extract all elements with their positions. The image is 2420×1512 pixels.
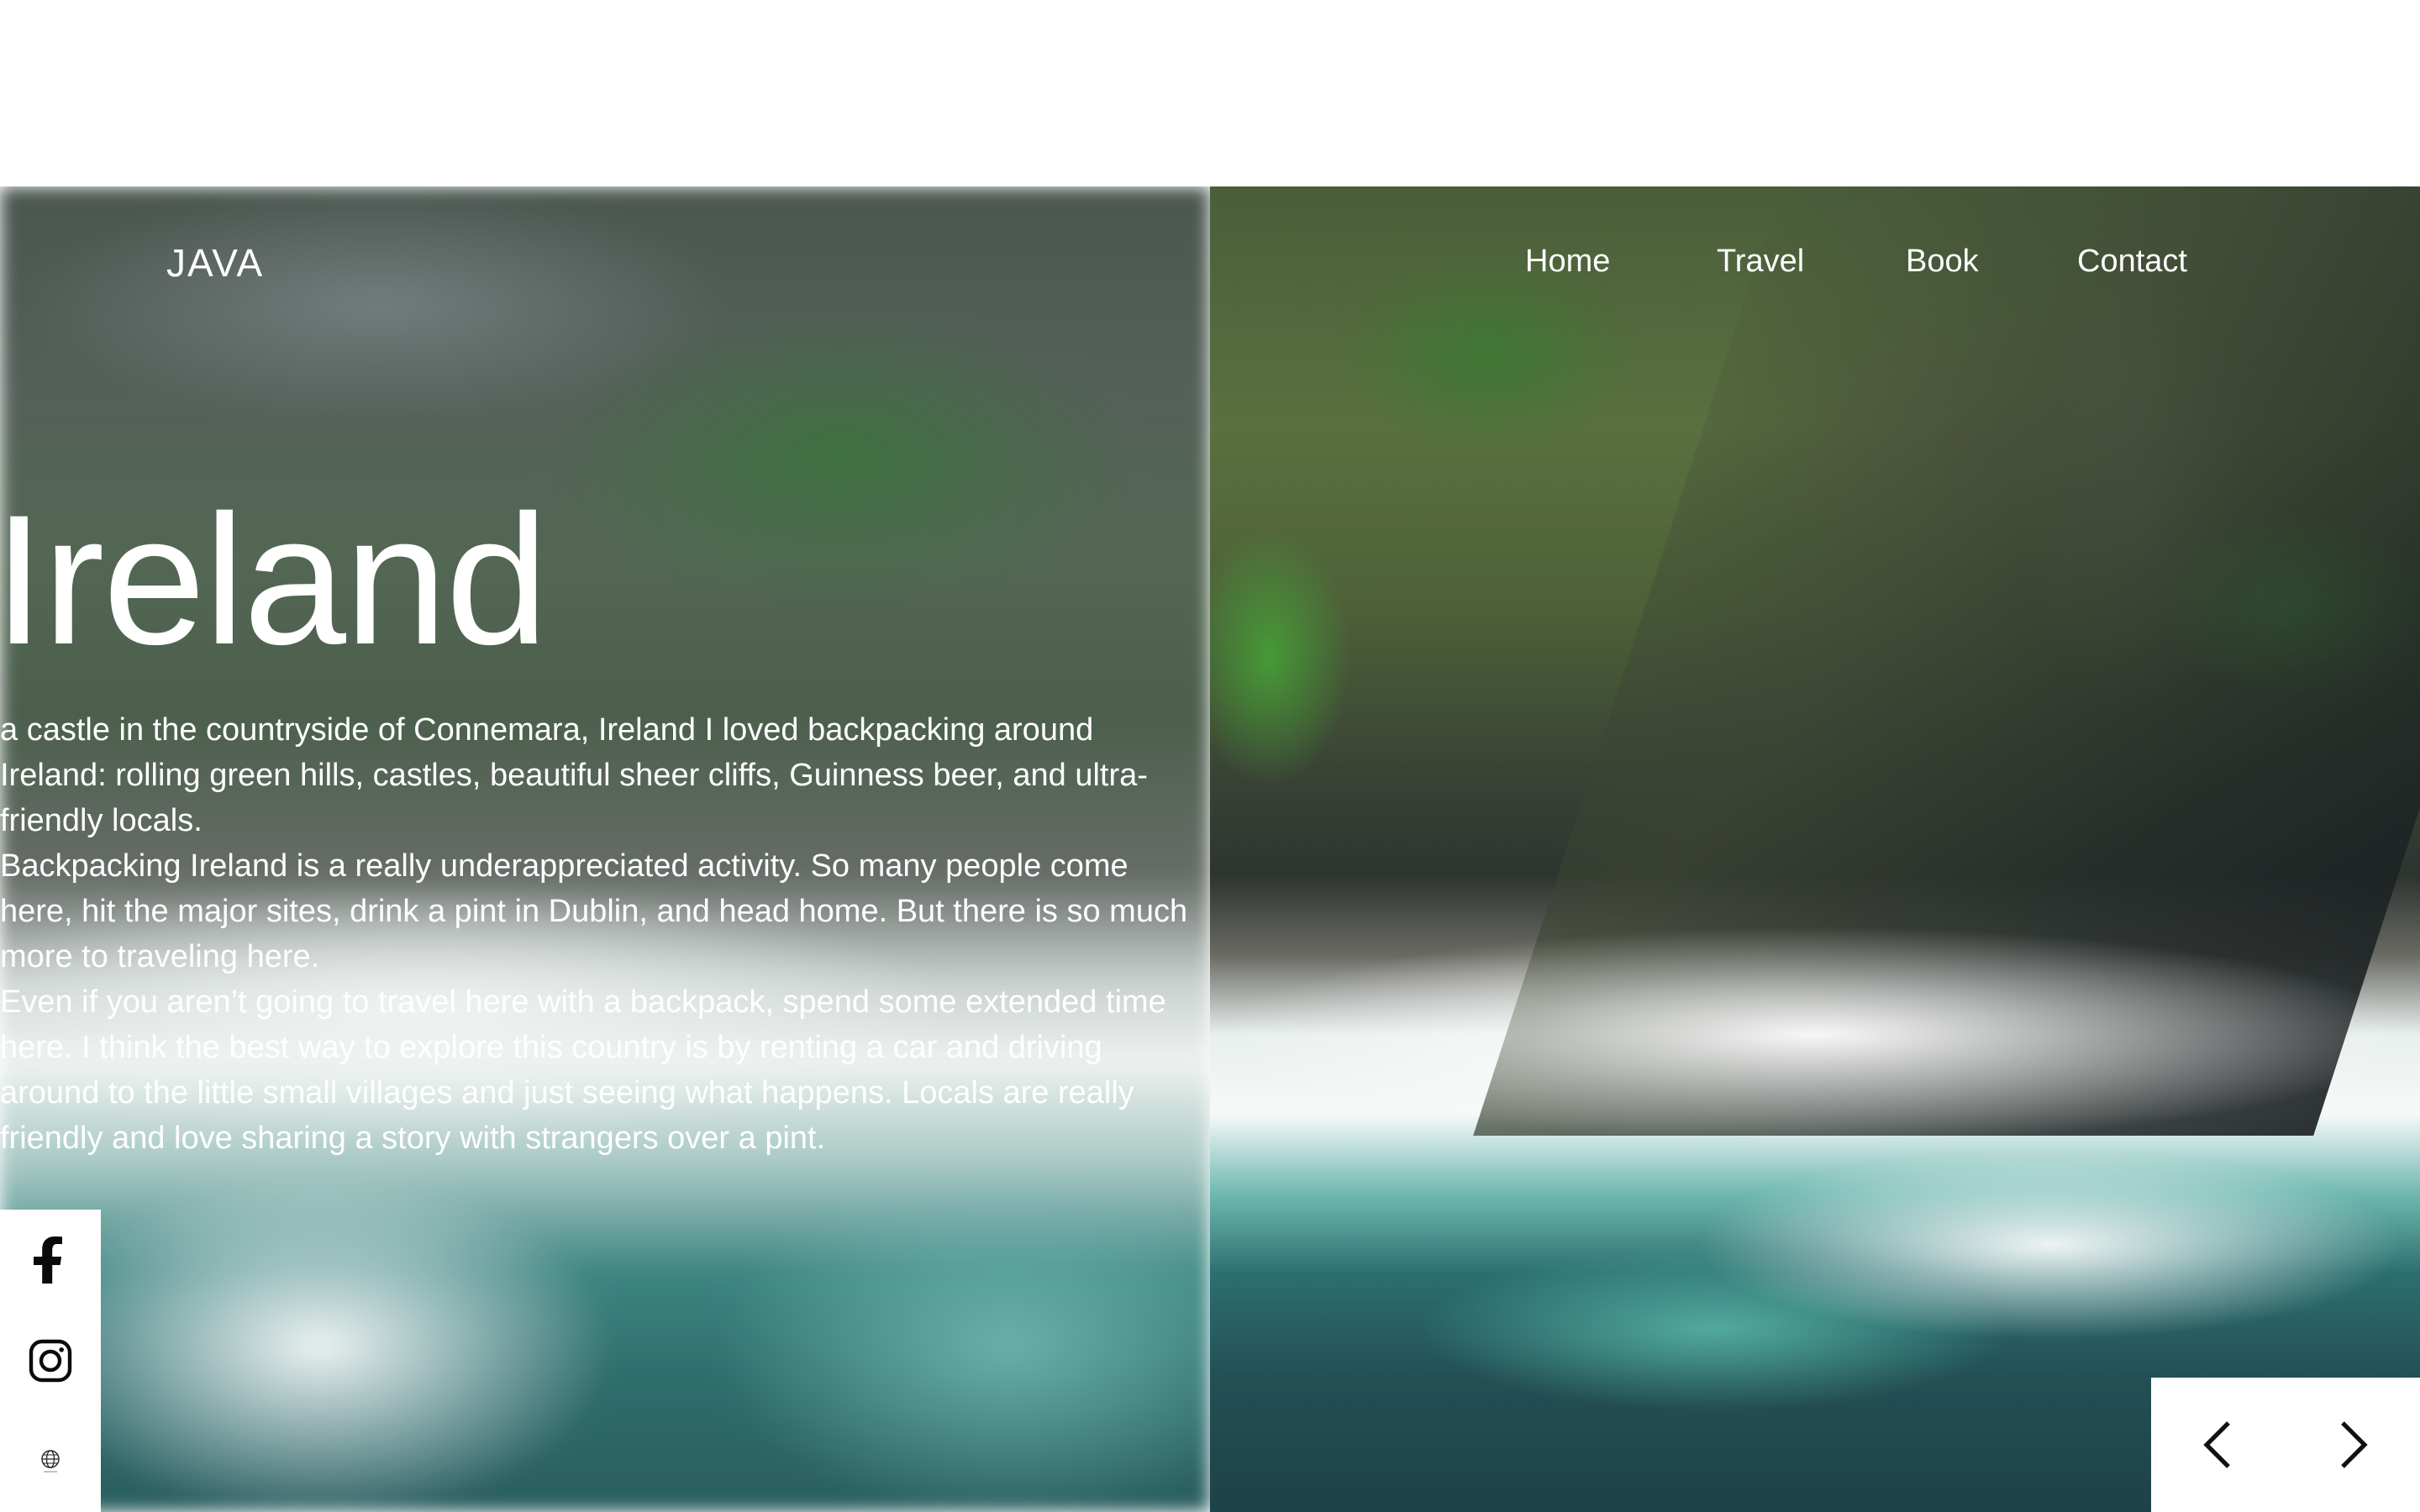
hero-image <box>1210 186 2420 1512</box>
facebook-link[interactable] <box>0 1210 101 1310</box>
description-paragraph: a castle in the countryside of Connemara… <box>0 712 1148 838</box>
previous-slide-button[interactable] <box>2151 1378 2286 1512</box>
nav-home[interactable]: Home <box>1525 244 1610 280</box>
website-link[interactable] <box>0 1411 101 1512</box>
next-slide-button[interactable] <box>2286 1378 2420 1512</box>
chevron-left-icon <box>2203 1421 2230 1468</box>
instagram-link[interactable] <box>0 1310 101 1411</box>
description-paragraph: Even if you aren’t going to travel here … <box>0 984 1166 1156</box>
hero-description: a castle in the countryside of Connemara… <box>0 707 1193 1161</box>
page-title: Ireland <box>0 476 549 683</box>
top-band <box>0 0 2420 186</box>
facebook-icon <box>34 1236 62 1284</box>
social-bar <box>0 1210 101 1512</box>
hero-section: JAVA Home Travel Book Contact Ireland a … <box>0 186 2420 1512</box>
brand-logo[interactable]: JAVA <box>166 240 264 286</box>
nav-contact[interactable]: Contact <box>2077 244 2187 280</box>
slider-controls <box>2151 1378 2420 1512</box>
description-paragraph: Backpacking Ireland is a really underapp… <box>0 848 1188 974</box>
chevron-right-icon <box>2341 1421 2368 1468</box>
instagram-icon <box>29 1339 72 1383</box>
surf-shape <box>1210 926 2420 1144</box>
nav-book[interactable]: Book <box>1906 244 1979 280</box>
globe-icon <box>41 1450 60 1473</box>
nav-travel[interactable]: Travel <box>1717 244 1804 280</box>
